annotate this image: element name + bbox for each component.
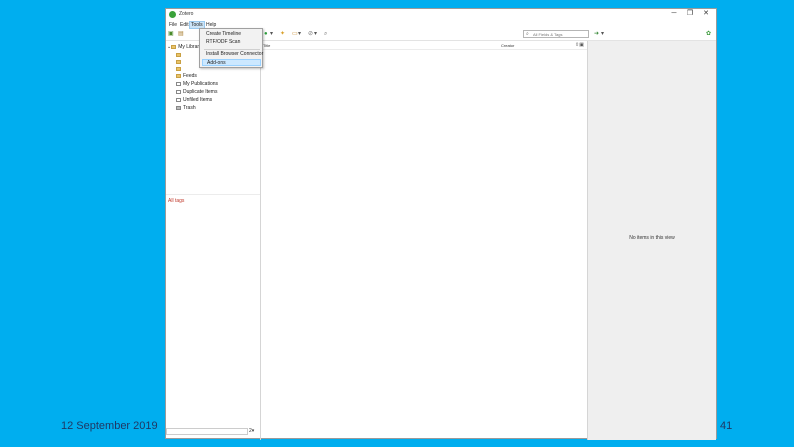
tree-item-trash[interactable]: Trash — [176, 105, 196, 111]
tag-selector-divider — [166, 194, 260, 195]
attachment-dropdown-icon[interactable]: ▾ — [314, 31, 317, 38]
empty-view-message: No items in this view — [629, 235, 675, 241]
window-title: Zotero — [179, 11, 194, 17]
tag-selector-label: All tags — [168, 198, 185, 204]
unfiled-icon — [176, 97, 181, 102]
duplicate-icon — [176, 89, 181, 94]
column-header-divider — [261, 49, 587, 50]
menu-item-rtf-odf-scan[interactable]: RTF/ODF Scan — [202, 39, 261, 46]
tree-item-collection-3[interactable] — [176, 66, 183, 72]
zotero-logo-icon — [169, 11, 176, 18]
advanced-search-icon[interactable]: ⌕ — [324, 31, 327, 38]
items-pane: Title Creator ⇳▣ — [261, 41, 588, 440]
folder-icon — [176, 73, 181, 78]
menu-item-install-browser-connector[interactable]: Install Browser Connector — [202, 51, 263, 58]
folder-icon — [176, 59, 181, 64]
document-icon — [176, 81, 181, 86]
tree-item-label: Unfiled Items — [183, 97, 213, 103]
close-icon[interactable]: ✕ — [700, 10, 712, 18]
tree-item-my-library[interactable]: ⌄ My Library — [167, 44, 202, 50]
search-icon: ⌕ — [526, 31, 529, 37]
column-header-creator[interactable]: Creator — [501, 43, 514, 48]
folder-icon — [176, 52, 181, 57]
tree-item-duplicate-items[interactable]: Duplicate Items — [176, 89, 217, 95]
menu-separator — [204, 49, 260, 50]
maximize-icon[interactable]: ❐ — [684, 10, 696, 18]
tag-actions-button[interactable]: 2▾ — [249, 428, 254, 434]
slide-page-number: 41 — [720, 420, 733, 432]
menu-item-add-ons[interactable]: Add-ons — [202, 59, 261, 66]
tree-item-label: Trash — [183, 105, 196, 111]
new-note-icon[interactable]: ▭ — [292, 31, 298, 38]
search-input[interactable]: ⌕ All Fields & Tags — [523, 30, 589, 38]
item-pane: No items in this view — [588, 41, 716, 440]
collections-pane: ⌄ My Library Feeds My Publications Duplic… — [166, 41, 261, 440]
library-actions-icon[interactable]: ▤ — [178, 31, 184, 38]
column-picker-icon[interactable]: ⇳▣ — [575, 42, 584, 48]
menu-file[interactable]: File — [168, 22, 178, 28]
new-note-dropdown-icon[interactable]: ▾ — [298, 31, 301, 38]
tools-dropdown-menu: Create Timeline RTF/ODF Scan Install Bro… — [199, 28, 263, 68]
locate-dropdown-icon[interactable]: ▾ — [601, 31, 604, 38]
new-item-icon[interactable]: ● — [264, 31, 268, 38]
tree-item-label: My Publications — [183, 81, 219, 87]
title-bar: Zotero ─ ❐ ✕ — [166, 9, 716, 21]
tree-item-my-publications[interactable]: My Publications — [176, 81, 218, 87]
tree-item-label: Duplicate Items — [183, 89, 218, 95]
tree-item-collection-2[interactable] — [176, 59, 183, 65]
attachment-icon[interactable]: ⊘ — [308, 31, 313, 38]
tree-item-feeds[interactable]: Feeds — [176, 73, 197, 79]
zotero-window: Zotero ─ ❐ ✕ File Edit Tools Help ▣ ▤ ● … — [165, 8, 717, 440]
tree-item-collection-1[interactable] — [176, 52, 183, 58]
new-item-dropdown-icon[interactable]: ▾ — [270, 31, 273, 38]
tag-filter-input[interactable] — [166, 428, 248, 435]
trash-icon — [176, 105, 181, 110]
folder-icon — [176, 66, 181, 71]
menu-item-create-timeline[interactable]: Create Timeline — [202, 31, 261, 38]
locate-icon[interactable]: ➜ — [594, 31, 599, 38]
minimize-icon[interactable]: ─ — [668, 10, 680, 18]
column-header-title[interactable]: Title — [263, 43, 270, 48]
search-placeholder: All Fields & Tags — [533, 32, 563, 37]
slide-date: 12 September 2019 — [61, 420, 158, 432]
tree-item-label: Feeds — [183, 73, 197, 79]
new-collection-icon[interactable]: ▣ — [168, 31, 174, 38]
add-by-identifier-icon[interactable]: ✦ — [280, 31, 285, 38]
tree-item-unfiled-items[interactable]: Unfiled Items — [176, 97, 212, 103]
library-icon — [171, 44, 177, 49]
sync-icon[interactable]: ✿ — [706, 31, 711, 38]
